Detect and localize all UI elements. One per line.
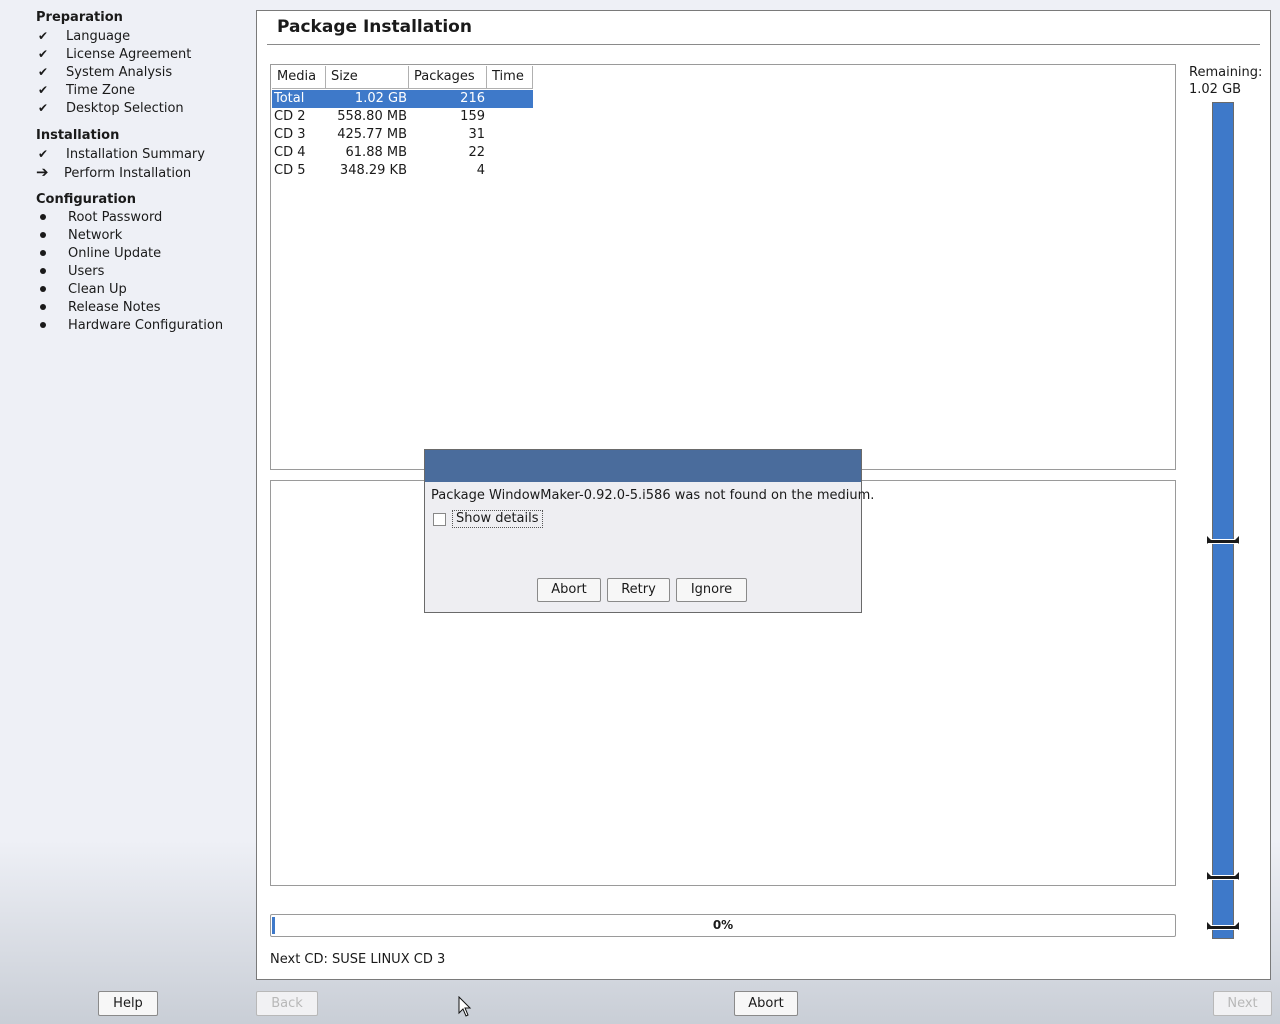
bullet-icon	[40, 249, 46, 256]
step-desktop-selection: ✔ Desktop Selection	[38, 101, 184, 116]
cell-media: CD 5	[274, 163, 306, 178]
table-header: Media Size Packages Time	[272, 66, 533, 89]
dialog-ignore-button[interactable]: Ignore	[676, 578, 747, 602]
column-header-size[interactable]: Size	[326, 66, 409, 88]
bullet-icon	[40, 267, 46, 274]
checkbox-box[interactable]	[433, 512, 446, 526]
checkmark-icon: ✔	[38, 29, 49, 43]
cell-packages: 22	[468, 145, 485, 160]
cell-time	[487, 108, 533, 126]
checkmark-icon: ✔	[38, 47, 49, 61]
cell-time	[487, 90, 533, 108]
remaining-value: 1.02 GB	[1189, 82, 1242, 97]
bullet-icon	[40, 321, 46, 328]
package-not-found-dialog: Package WindowMaker-0.92.0-5.i586 was no…	[424, 449, 874, 613]
dialog-titlebar[interactable]	[425, 450, 861, 482]
bullet-icon	[40, 231, 46, 238]
remaining-indicator: Remaining: 1.02 GB	[1189, 64, 1262, 98]
step-time-zone: ✔ Time Zone	[38, 83, 136, 98]
bullet-icon	[40, 213, 46, 220]
cell-time	[487, 126, 533, 144]
next-cd-label: Next CD: SUSE LINUX CD 3	[270, 952, 446, 967]
step-perform-installation: ➔ Perform Installation	[36, 163, 192, 181]
step-license-agreement: ✔ License Agreement	[38, 47, 192, 62]
checkmark-icon: ✔	[38, 83, 49, 97]
remaining-space-bar	[1212, 102, 1234, 939]
cell-size: 1.02 GB	[354, 91, 407, 106]
cell-media: Total	[274, 91, 305, 106]
step-language: ✔ Language	[38, 29, 131, 44]
cd-boundary-marker	[1207, 872, 1239, 880]
cell-media: CD 4	[274, 145, 306, 160]
column-header-media[interactable]: Media	[272, 66, 326, 88]
show-details-checkbox[interactable]: Show details	[433, 510, 543, 528]
cell-packages: 31	[468, 127, 485, 142]
cell-time	[487, 144, 533, 162]
section-title-preparation: Preparation	[36, 10, 123, 25]
cell-size: 425.77 MB	[337, 127, 407, 142]
help-button[interactable]: Help	[98, 991, 158, 1016]
checkmark-icon: ✔	[38, 101, 49, 115]
cell-packages: 4	[476, 163, 485, 178]
step-network: Network	[36, 227, 122, 245]
cell-packages: 159	[460, 109, 485, 124]
section-title-installation: Installation	[36, 128, 120, 143]
step-root-password: Root Password	[36, 209, 162, 227]
step-release-notes: Release Notes	[36, 299, 160, 317]
column-header-packages[interactable]: Packages	[409, 66, 487, 88]
next-button[interactable]: Next	[1213, 991, 1272, 1016]
cell-size: 348.29 KB	[339, 163, 407, 178]
checkmark-icon: ✔	[38, 65, 49, 79]
arrow-right-icon: ➔	[36, 163, 49, 181]
cd-boundary-marker	[1207, 536, 1239, 544]
cell-size: 61.88 MB	[345, 145, 407, 160]
step-system-analysis: ✔ System Analysis	[38, 65, 173, 80]
table-row-total[interactable]: Total 1.02 GB 216	[272, 90, 533, 108]
table-row[interactable]: CD 4 61.88 MB 22	[272, 144, 533, 162]
step-clean-up: Clean Up	[36, 281, 127, 299]
title-divider	[267, 44, 1260, 45]
bullet-icon	[40, 285, 46, 292]
mouse-pointer-icon	[458, 996, 472, 1017]
cell-time	[487, 162, 533, 180]
page-title: Package Installation	[277, 17, 472, 37]
cell-media: CD 2	[274, 109, 306, 124]
dialog-abort-button[interactable]: Abort	[537, 578, 601, 602]
media-table[interactable]: Media Size Packages Time Total 1.02 GB 2…	[270, 64, 1176, 470]
step-installation-summary: ✔ Installation Summary	[38, 147, 205, 162]
abort-button[interactable]: Abort	[734, 991, 798, 1016]
show-details-label[interactable]: Show details	[452, 510, 543, 528]
table-row[interactable]: CD 3 425.77 MB 31	[272, 126, 533, 144]
bullet-icon	[40, 303, 46, 310]
checkmark-icon: ✔	[38, 147, 49, 161]
dialog-message: Package WindowMaker-0.92.0-5.i586 was no…	[431, 488, 875, 503]
table-row[interactable]: CD 2 558.80 MB 159	[272, 108, 533, 126]
column-header-time[interactable]: Time	[487, 66, 533, 88]
back-button[interactable]: Back	[256, 991, 318, 1016]
step-users: Users	[36, 263, 104, 281]
installation-progress-bar: 0%	[270, 914, 1176, 937]
section-title-configuration: Configuration	[36, 192, 136, 207]
step-hardware-configuration: Hardware Configuration	[36, 317, 223, 335]
step-online-update: Online Update	[36, 245, 161, 263]
cd-boundary-marker	[1207, 922, 1239, 930]
cell-packages: 216	[460, 91, 485, 106]
cell-size: 558.80 MB	[337, 109, 407, 124]
remaining-label: Remaining:	[1189, 65, 1263, 80]
progress-label: 0%	[712, 918, 734, 932]
installation-steps-sidebar: Preparation ✔ Language ✔ License Agreement…	[0, 0, 250, 980]
cell-media: CD 3	[274, 127, 306, 142]
dialog-retry-button[interactable]: Retry	[607, 578, 670, 602]
table-row[interactable]: CD 5 348.29 KB 4	[272, 162, 533, 180]
